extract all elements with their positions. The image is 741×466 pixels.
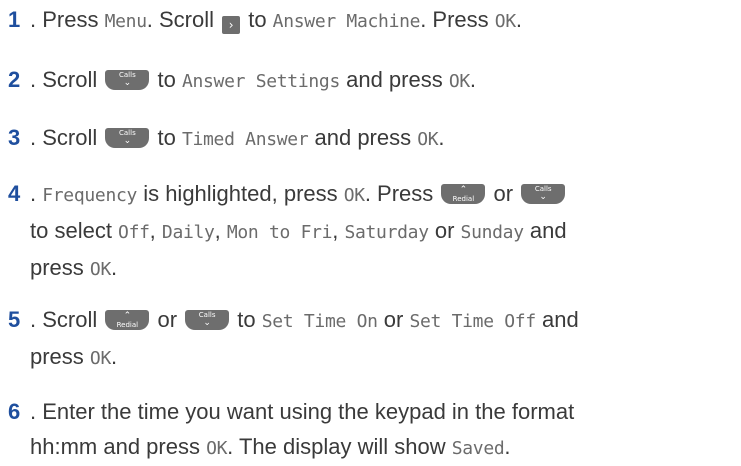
step-text: . Press (420, 7, 495, 32)
step-text: , (149, 218, 162, 243)
display-text-answer-settings: Answer Settings (181, 71, 340, 92)
step-text: . Press (364, 181, 440, 206)
step-text: . Scroll (146, 7, 221, 32)
display-text-ok: OK (343, 185, 365, 206)
display-text-frequency: Frequency (42, 185, 138, 206)
step-line: press OK. (8, 250, 736, 287)
display-text-mon-to-fri: Mon to Fri (226, 222, 333, 243)
step-line: hh:mm and press OK. The display will sho… (8, 429, 736, 466)
instruction-steps: 1. Press Menu. Scroll › to Answer Machin… (0, 0, 741, 464)
step-text: . (111, 344, 118, 369)
step-text: , (332, 218, 345, 243)
display-text-set-time-off: Set Time Off (409, 311, 536, 332)
step-3: 3 . Scroll Calls ⌄ to Timed Answer and pre… (8, 120, 736, 157)
display-text-ok: OK (494, 11, 516, 32)
step-text: and (523, 218, 567, 243)
display-text-timed-answer: Timed Answer (181, 129, 309, 150)
step-text: to (151, 125, 182, 150)
display-text-ok: OK (206, 438, 228, 459)
step-text: or (377, 307, 410, 332)
step-number: 3 (8, 125, 21, 150)
display-text-saved: Saved (451, 438, 505, 459)
display-text-sunday: Sunday (460, 222, 525, 243)
chevron-down-icon: ⌄ (123, 136, 132, 146)
step-text: . Press (30, 7, 105, 32)
key-label: Redial (452, 195, 475, 203)
step-text: or (487, 181, 520, 206)
display-text-answer-machine: Answer Machine (272, 11, 421, 32)
step-number: 5 (8, 307, 21, 332)
chevron-up-icon: ⌃ (123, 311, 132, 321)
display-text-ok: OK (89, 348, 111, 369)
step-text: to (242, 7, 273, 32)
step-text: hh:mm and press (30, 434, 207, 459)
step-6: 6 . Enter the time you want using the key… (8, 394, 736, 466)
step-number: 6 (8, 399, 21, 424)
step-5: 5 . Scroll ⌃ Redial or Calls ⌄ to Set Time … (8, 302, 736, 376)
step-text: or (151, 307, 184, 332)
chevron-down-icon: ⌄ (539, 192, 547, 202)
step-text: press (30, 255, 90, 280)
calls-down-key-icon: Calls ⌄ (105, 70, 150, 90)
right-arrow-key-icon: › (222, 16, 241, 34)
step-text: . (30, 181, 43, 206)
step-text: . Scroll (30, 67, 104, 92)
step-text: . (438, 125, 445, 150)
step-text: , (214, 218, 227, 243)
step-text: . The display will show (227, 434, 452, 459)
step-text: press (30, 344, 90, 369)
display-text-off: Off (118, 222, 150, 243)
step-2: 2 . Scroll Calls ⌄ to Answer Settings and … (8, 62, 736, 99)
step-text: and press (308, 125, 418, 150)
step-text: and (535, 307, 579, 332)
step-text: to (231, 307, 262, 332)
step-text: and press (340, 67, 449, 92)
redial-up-key-icon: ⌃ Redial (105, 310, 150, 330)
step-1: 1 . Press Menu. Scroll › to Answer Machin… (8, 2, 736, 39)
step-number: 2 (8, 67, 21, 92)
display-text-ok: OK (417, 129, 439, 150)
chevron-down-icon: ⌄ (203, 318, 211, 328)
display-text-saturday: Saturday (344, 222, 429, 243)
step-text: to select (30, 218, 119, 243)
step-line: to select Off, Daily, Mon to Fri, Saturd… (8, 213, 736, 250)
display-text-ok: OK (89, 259, 111, 280)
step-text: . (504, 434, 511, 459)
calls-down-key-icon: Calls ⌄ (185, 310, 230, 330)
step-text: or (428, 218, 461, 243)
step-line: 6 . Enter the time you want using the key… (8, 394, 736, 429)
step-line: 5 . Scroll ⌃ Redial or Calls ⌄ to Set Time … (8, 302, 736, 339)
step-number: 1 (8, 7, 21, 32)
step-line: 4. Frequency is highlighted, press OK. P… (8, 176, 736, 213)
step-text: . (111, 255, 118, 280)
step-4: 4. Frequency is highlighted, press OK. P… (8, 176, 736, 287)
step-text: to (151, 67, 182, 92)
display-text-ok: OK (448, 71, 470, 92)
step-text: . Enter the time you want using the keyp… (30, 399, 575, 424)
key-label: Redial (116, 321, 139, 329)
step-text: . (469, 67, 477, 92)
step-text: . Scroll (30, 125, 104, 150)
display-text-menu: Menu (104, 11, 147, 32)
step-text: is highlighted, press (137, 181, 344, 206)
calls-down-key-icon: Calls ⌄ (105, 128, 150, 148)
chevron-down-icon: ⌄ (123, 78, 132, 88)
step-line: press OK. (8, 339, 736, 376)
step-number: 4 (8, 181, 21, 206)
step-text: . Scroll (30, 307, 104, 332)
calls-down-key-icon: Calls ⌄ (521, 184, 566, 204)
chevron-up-icon: ⌃ (459, 185, 468, 195)
display-text-daily: Daily (161, 222, 215, 243)
step-text: . (515, 7, 522, 32)
redial-up-key-icon: ⌃ Redial (441, 184, 486, 204)
display-text-set-time-on: Set Time On (261, 311, 378, 332)
